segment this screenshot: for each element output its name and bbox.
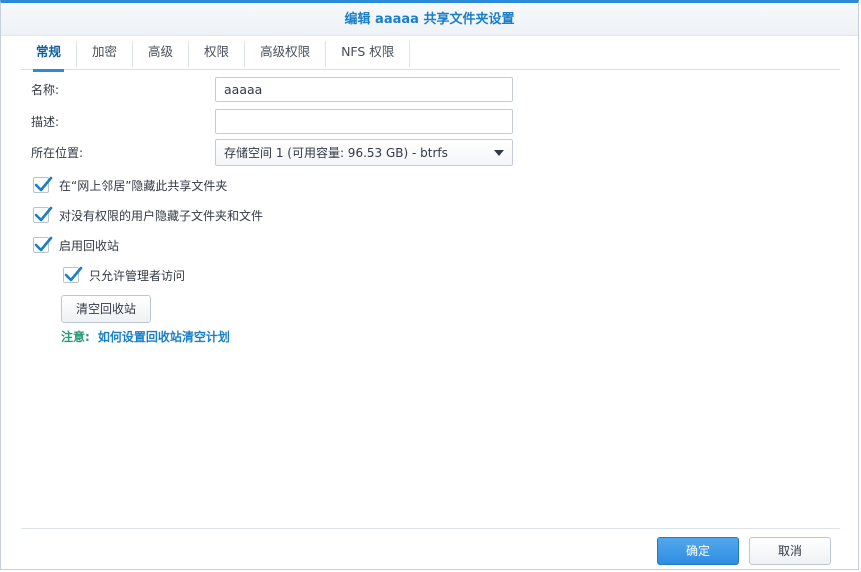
name-row: 名称: aaaaa [31,76,513,103]
recycle-bin-label: 启用回收站 [59,238,120,253]
hide-subfolders-checkbox[interactable] [33,206,53,223]
admin-only-label: 只允许管理者访问 [89,268,186,283]
cancel-button[interactable]: 取消 [749,537,831,565]
dialog-title: 编辑 aaaaa 共享文件夹设置 [344,12,515,27]
hide-network-checkbox[interactable] [33,176,53,193]
name-field[interactable]: aaaaa [215,77,513,102]
name-label: 名称: [31,83,60,97]
ok-button[interactable]: 确定 [657,537,739,565]
hide-subfolders-label: 对没有权限的用户隐藏子文件夹和文件 [59,208,264,223]
tab-permissions[interactable]: 权限 [189,41,246,67]
description-label: 描述: [31,115,60,129]
tab-bar: 常规 加密 高级 权限 高级权限 NFS 权限 [21,37,840,72]
admin-only-checkbox[interactable] [63,266,83,283]
tab-nfs-permissions[interactable]: NFS 权限 [326,41,411,67]
recycle-bin-checkbox[interactable] [33,236,53,253]
location-row: 所在位置: 存储空间 1 (可用容量: 96.53 GB) - btrfs [31,139,513,166]
tab-general[interactable]: 常规 [21,41,78,72]
tab-advanced-permissions[interactable]: 高级权限 [245,41,327,67]
check-icon [34,176,53,192]
recycle-schedule-link[interactable]: 如何设置回收站清空计划 [98,330,230,344]
check-icon [34,206,53,222]
hide-subfolders-option[interactable]: 对没有权限的用户隐藏子文件夹和文件 [33,205,263,225]
chevron-down-icon[interactable] [494,149,504,156]
check-icon [64,266,83,282]
note-prefix: 注意: [61,330,90,344]
location-label: 所在位置: [31,146,84,160]
share-folder-dialog: 编辑 aaaaa 共享文件夹设置 常规 加密 高级 权限 高级权限 NFS 权限… [0,0,859,570]
location-select[interactable]: 存储空间 1 (可用容量: 96.53 GB) - btrfs [215,139,513,166]
hide-network-label: 在“网上邻居”隐藏此共享文件夹 [59,178,228,193]
empty-recycle-bin-button[interactable]: 清空回收站 [61,295,151,323]
hide-network-option[interactable]: 在“网上邻居”隐藏此共享文件夹 [33,175,227,195]
description-field[interactable] [215,109,513,134]
admin-only-option[interactable]: 只允许管理者访问 [63,265,185,285]
recycle-bin-option[interactable]: 启用回收站 [33,235,119,255]
dialog-title-bar[interactable]: 编辑 aaaaa 共享文件夹设置 [1,3,858,36]
tab-advanced[interactable]: 高级 [133,41,190,67]
location-value: 存储空间 1 (可用容量: 96.53 GB) - btrfs [224,146,448,160]
tab-encryption[interactable]: 加密 [77,41,134,67]
recycle-note: 注意: 如何设置回收站清空计划 [61,328,230,345]
footer-divider [21,528,840,529]
description-row: 描述: [31,108,513,135]
check-icon [34,236,53,252]
